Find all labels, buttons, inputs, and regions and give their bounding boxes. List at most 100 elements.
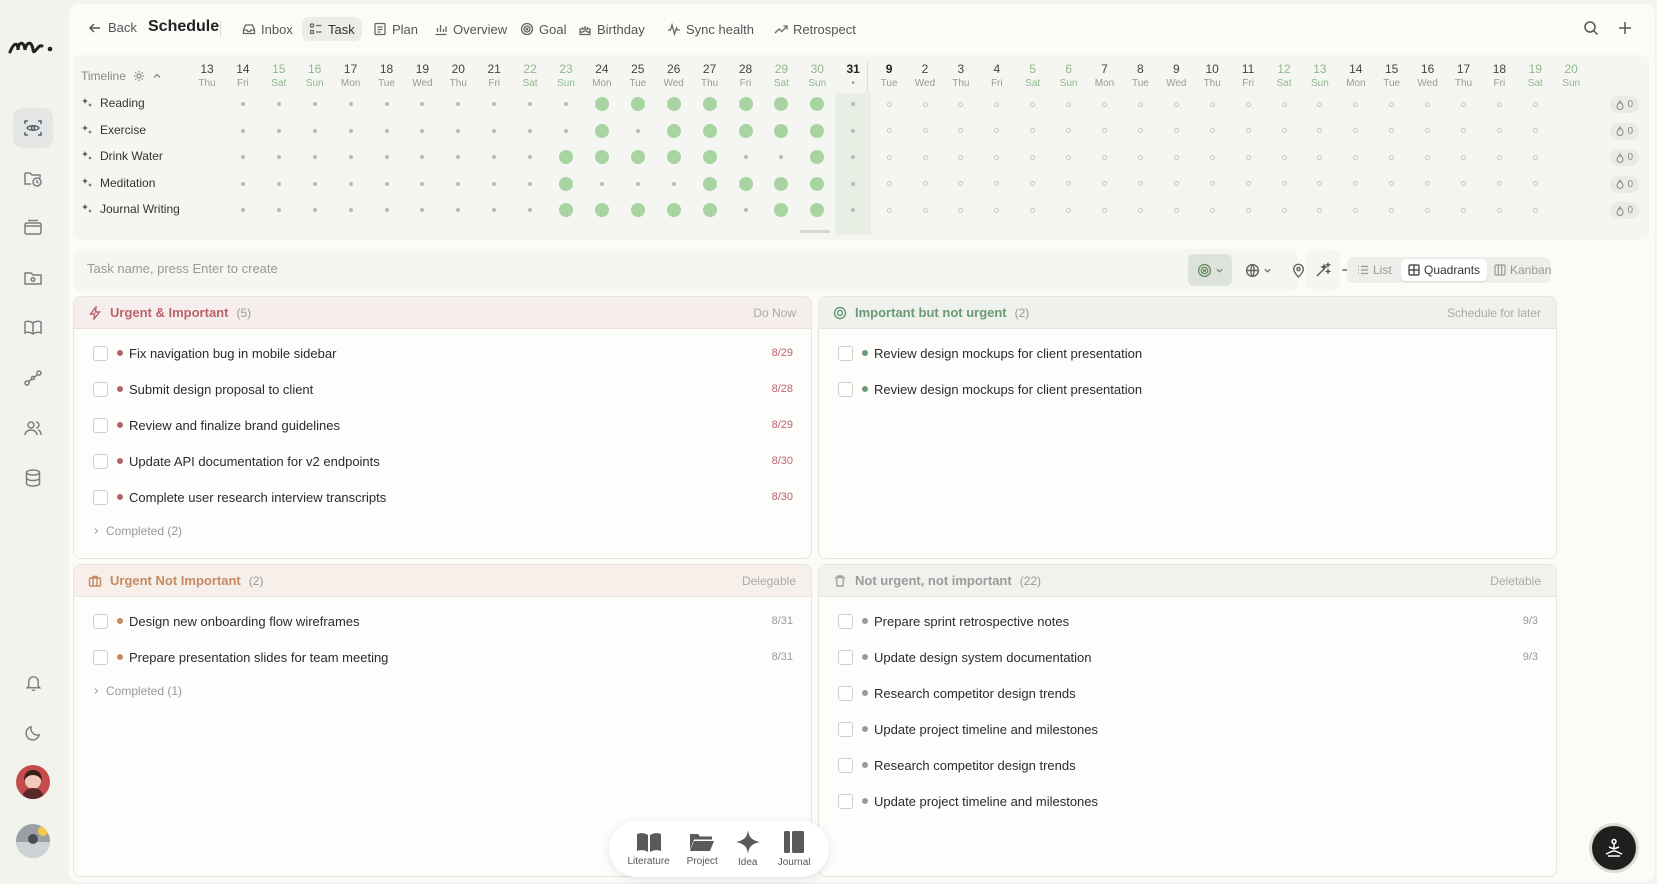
habit-label[interactable]: Meditation	[81, 176, 155, 190]
habit-check-dot[interactable]	[994, 101, 1000, 107]
completed-toggle[interactable]: Completed (2)	[92, 524, 182, 538]
habit-label[interactable]: Journal Writing	[81, 202, 180, 216]
habit-check-dot[interactable]	[671, 181, 676, 186]
dock-project[interactable]: Project	[687, 831, 718, 867]
priority-picker-button[interactable]	[1188, 254, 1232, 286]
habit-check-dot[interactable]	[1173, 181, 1179, 186]
habit-check-dot[interactable]	[958, 181, 964, 186]
ai-assist-button[interactable]	[1306, 249, 1340, 291]
habit-check-dot[interactable]	[420, 155, 425, 159]
habit-check-dot[interactable]	[240, 208, 245, 212]
tab-plan[interactable]: Plan	[366, 17, 425, 41]
habit-check-dot[interactable]	[594, 97, 609, 111]
habit-check-dot[interactable]	[1066, 154, 1072, 160]
habit-check-dot[interactable]	[886, 181, 892, 186]
habit-check-dot[interactable]	[1066, 101, 1072, 107]
habit-check-dot[interactable]	[958, 154, 964, 160]
task-checkbox[interactable]	[838, 793, 853, 809]
task-row[interactable]: Review design mockups for client present…	[819, 371, 1556, 407]
rail-focus-button[interactable]	[13, 108, 53, 148]
habit-check-dot[interactable]	[1532, 101, 1538, 107]
timeline-day[interactable]: 29 Sat	[766, 62, 796, 90]
habit-check-dot[interactable]	[779, 155, 784, 159]
habit-check-dot[interactable]	[702, 176, 717, 191]
habit-check-dot[interactable]	[1209, 128, 1215, 133]
task-row[interactable]: Update API documentation for v2 endpoint…	[74, 443, 811, 479]
habit-check-dot[interactable]	[1102, 154, 1107, 160]
habit-check-dot[interactable]	[1353, 154, 1359, 160]
habit-check-dot[interactable]	[922, 128, 928, 133]
habit-check-dot[interactable]	[456, 128, 461, 133]
habit-check-dot[interactable]	[599, 181, 604, 186]
habit-check-dot[interactable]	[1066, 128, 1072, 133]
habit-check-dot[interactable]	[276, 102, 281, 106]
habit-check-dot[interactable]	[1281, 207, 1287, 213]
habit-check-dot[interactable]	[994, 207, 1000, 213]
habit-check-dot[interactable]	[743, 155, 748, 159]
habit-check-dot[interactable]	[1245, 181, 1251, 186]
timeline-day[interactable]: 11 Fri	[1233, 62, 1263, 90]
view-quadrants-button[interactable]: Quadrants	[1401, 259, 1488, 281]
habit-check-dot[interactable]	[1281, 128, 1287, 133]
habit-check-dot[interactable]	[348, 155, 353, 159]
habit-check-dot[interactable]	[384, 102, 389, 106]
habit-check-dot[interactable]	[1425, 128, 1431, 133]
meditation-fab[interactable]	[1592, 826, 1636, 870]
habit-label[interactable]: Reading	[81, 96, 145, 110]
habit-check-dot[interactable]	[528, 208, 533, 212]
habit-check-dot[interactable]	[1030, 154, 1036, 160]
task-row[interactable]: Research competitor design trends	[819, 747, 1556, 783]
timeline-day[interactable]: 17 Thu	[1449, 62, 1479, 90]
habit-check-dot[interactable]	[348, 102, 353, 106]
task-checkbox[interactable]	[93, 417, 108, 433]
habit-check-dot[interactable]	[1461, 207, 1466, 213]
habit-check-dot[interactable]	[1245, 154, 1251, 160]
habit-check-dot[interactable]	[1281, 154, 1287, 160]
timeline-day[interactable]: 4 Fri	[982, 62, 1012, 90]
habit-check-dot[interactable]	[528, 181, 533, 186]
habit-check-dot[interactable]	[1389, 101, 1395, 107]
timeline-day[interactable]: 19 Wed	[407, 62, 437, 90]
habit-check-dot[interactable]	[1389, 181, 1395, 186]
timeline-day[interactable]: 30 Sun	[802, 62, 832, 90]
habit-check-dot[interactable]	[738, 123, 753, 138]
task-checkbox[interactable]	[93, 489, 108, 505]
habit-check-dot[interactable]	[312, 128, 317, 133]
habit-check-dot[interactable]	[1461, 128, 1466, 133]
habit-check-dot[interactable]	[1425, 207, 1431, 213]
habit-check-dot[interactable]	[420, 128, 425, 133]
habit-check-dot[interactable]	[1317, 154, 1323, 160]
habit-check-dot[interactable]	[1102, 101, 1107, 107]
timeline-day[interactable]: 15 Sat	[264, 62, 294, 90]
habit-check-dot[interactable]	[630, 150, 645, 164]
task-checkbox[interactable]	[93, 381, 108, 397]
timeline-day[interactable]: 13 Thu	[192, 62, 222, 90]
habit-check-dot[interactable]	[1173, 207, 1179, 213]
habit-check-dot[interactable]	[886, 154, 892, 160]
habit-check-dot[interactable]	[635, 181, 640, 186]
habit-check-dot[interactable]	[594, 150, 609, 164]
habit-check-dot[interactable]	[1281, 181, 1287, 186]
habit-check-dot[interactable]	[1532, 128, 1538, 133]
habit-check-dot[interactable]	[1353, 128, 1359, 133]
habit-check-dot[interactable]	[922, 181, 928, 186]
habit-check-dot[interactable]	[1102, 207, 1107, 213]
habit-check-dot[interactable]	[1353, 207, 1359, 213]
habit-check-dot[interactable]	[1389, 207, 1395, 213]
habit-check-dot[interactable]	[1137, 207, 1143, 213]
habit-check-dot[interactable]	[492, 181, 497, 186]
habit-check-dot[interactable]	[810, 176, 825, 191]
tab-goal[interactable]: Goal	[513, 17, 573, 41]
habit-check-dot[interactable]	[1137, 101, 1143, 107]
timeline-day[interactable]: 24 Mon	[587, 62, 617, 90]
tab-task[interactable]: Task	[302, 17, 362, 41]
search-button[interactable]	[1583, 20, 1599, 36]
habit-check-dot[interactable]	[528, 128, 533, 133]
habit-label[interactable]: Exercise	[81, 123, 146, 137]
habit-check-dot[interactable]	[958, 207, 964, 213]
habit-check-dot[interactable]	[420, 208, 425, 212]
timeline-day[interactable]: 12 Sat	[1269, 62, 1299, 90]
timeline-day[interactable]: 23 Sun	[551, 62, 581, 90]
habit-check-dot[interactable]	[1209, 207, 1215, 213]
timeline-day[interactable]: 7 Mon	[1090, 62, 1120, 90]
